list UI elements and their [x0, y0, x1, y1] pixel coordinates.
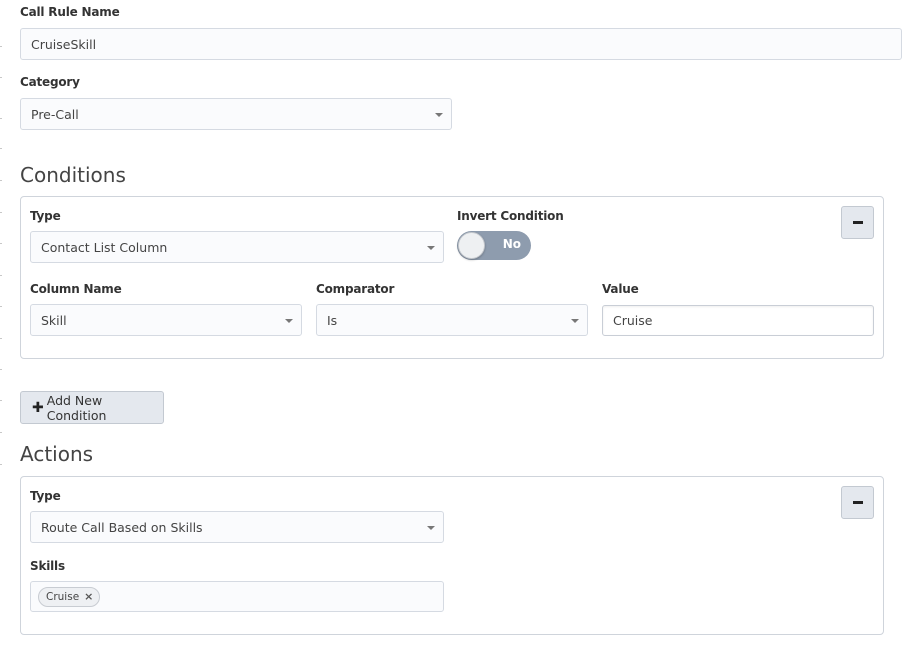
action-type-value: Route Call Based on Skills — [41, 519, 203, 535]
column-name-label: Column Name — [30, 282, 122, 296]
action-type-select[interactable]: Route Call Based on Skills — [30, 511, 444, 543]
comparator-value: Is — [327, 312, 338, 328]
column-name-select[interactable]: Skill — [30, 304, 302, 336]
value-input-text: Cruise — [613, 313, 653, 328]
remove-condition-button[interactable] — [841, 206, 874, 239]
add-new-condition-button[interactable]: ✚ Add New Condition — [20, 391, 164, 424]
minus-icon — [852, 501, 863, 504]
value-label: Value — [602, 282, 639, 296]
skills-label: Skills — [30, 559, 65, 573]
invert-condition-label: Invert Condition — [457, 209, 564, 223]
caret-down-icon — [285, 319, 293, 323]
skills-multiselect[interactable]: Cruise × — [30, 581, 444, 612]
action-type-label: Type — [30, 489, 61, 503]
category-value: Pre-Call — [31, 106, 79, 122]
condition-type-select[interactable]: Contact List Column — [30, 231, 444, 263]
caret-down-icon — [427, 246, 435, 250]
caret-down-icon — [571, 319, 579, 323]
call-rule-name-value: CruiseSkill — [31, 36, 97, 52]
condition-type-value: Contact List Column — [41, 239, 168, 255]
toggle-knob — [458, 232, 485, 259]
caret-down-icon — [427, 526, 435, 530]
actions-title: Actions — [20, 442, 94, 466]
remove-action-button[interactable] — [841, 486, 874, 519]
call-rule-name-label: Call Rule Name — [20, 5, 120, 19]
value-input[interactable]: Cruise — [602, 305, 874, 336]
tag-remove-icon[interactable]: × — [84, 590, 93, 603]
condition-panel: Type Contact List Column Invert Conditio… — [20, 196, 884, 359]
plus-icon: ✚ — [32, 399, 44, 416]
comparator-label: Comparator — [316, 282, 395, 296]
call-rule-name-input[interactable]: CruiseSkill — [20, 28, 902, 60]
invert-condition-toggle[interactable]: No — [457, 231, 531, 260]
column-name-value: Skill — [41, 312, 67, 328]
caret-down-icon — [435, 113, 443, 117]
condition-type-label: Type — [30, 209, 61, 223]
comparator-select[interactable]: Is — [316, 304, 588, 336]
category-select[interactable]: Pre-Call — [20, 98, 452, 130]
minus-icon — [852, 221, 863, 224]
toggle-state-text: No — [502, 237, 521, 251]
conditions-title: Conditions — [20, 163, 126, 187]
add-new-condition-label: Add New Condition — [46, 392, 107, 423]
left-edge-guides — [0, 0, 2, 660]
skill-tag-label: Cruise — [46, 590, 80, 603]
skill-tag: Cruise × — [38, 586, 101, 607]
action-panel: Type Route Call Based on Skills Skills C… — [20, 476, 884, 635]
category-label: Category — [20, 75, 80, 89]
